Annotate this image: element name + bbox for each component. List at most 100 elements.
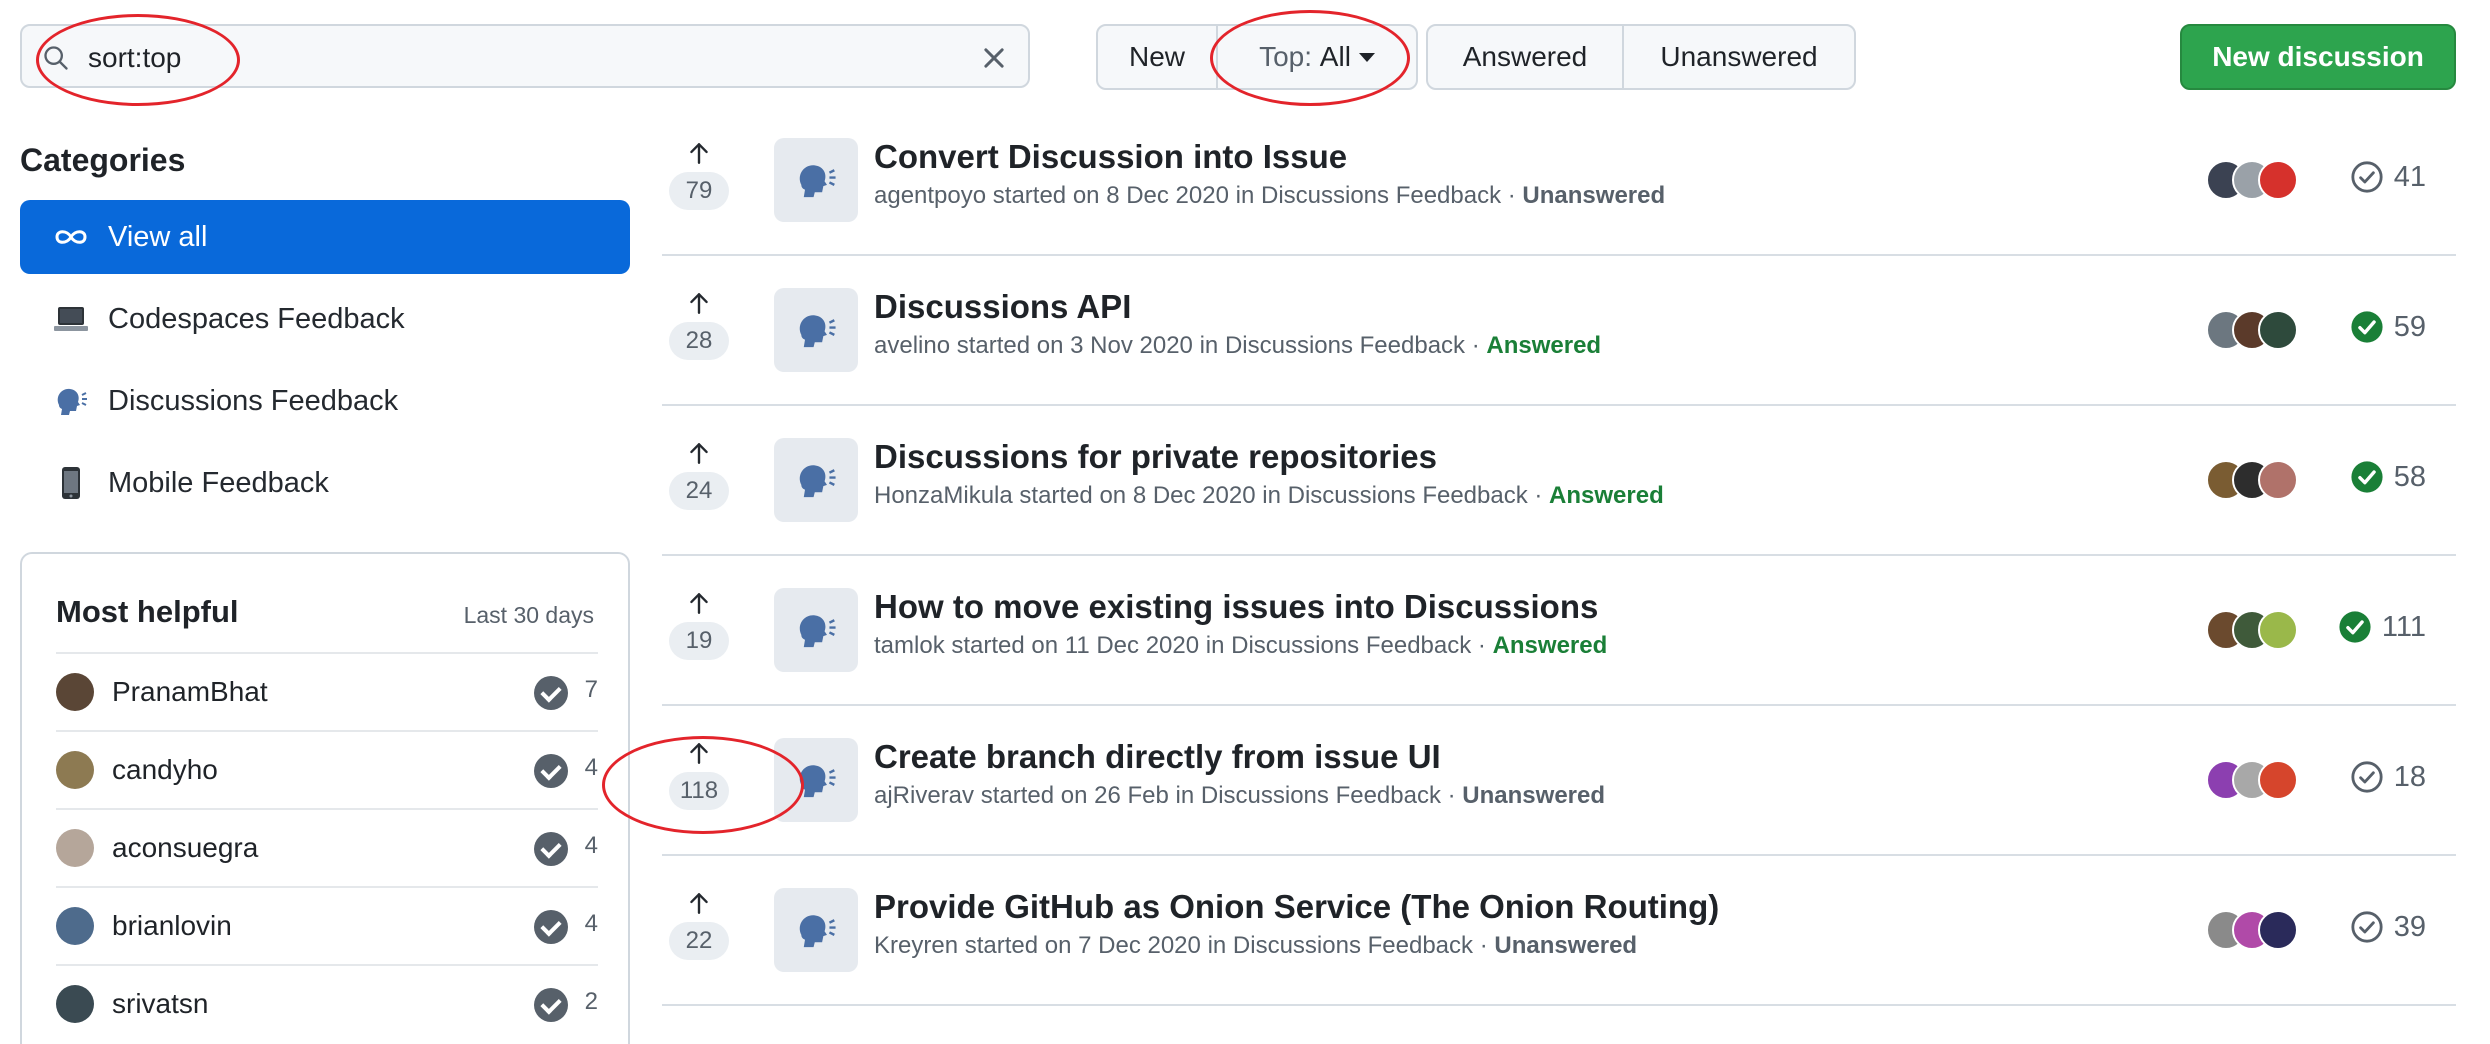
started-text: started on [980, 782, 1088, 809]
sort-new-button[interactable]: New [1098, 26, 1218, 88]
check-circle-outline-icon [2351, 911, 2383, 943]
author-link[interactable]: agentpoyo [874, 182, 986, 209]
upvote-button[interactable]: 24 [668, 440, 730, 510]
comment-count[interactable]: 39 [2350, 910, 2426, 944]
helpful-answer-count: 2 [584, 988, 598, 1015]
helpful-user-name[interactable]: PranamBhat [112, 676, 268, 708]
discussion-list: 79 Convert Discussion into Issue agentpoyo… [662, 106, 2456, 1006]
category-item-mobile[interactable]: Mobile Feedback [20, 446, 630, 520]
search-input[interactable]: sort:top [20, 24, 1030, 88]
filter-answered-button[interactable]: Answered [1428, 26, 1624, 88]
helpful-user-name[interactable]: srivatsn [112, 988, 208, 1020]
upvote-button[interactable]: 28 [668, 290, 730, 360]
avatar [56, 829, 94, 867]
discussion-row[interactable]: 24 Discussions for private repositories Ho… [662, 406, 2456, 556]
speaking-head-icon [52, 385, 90, 417]
sort-top-dropdown[interactable]: Top: All [1218, 26, 1416, 88]
helpful-user-row[interactable]: candyho 4 [56, 730, 598, 808]
discussion-row[interactable]: 22 Provide GitHub as Onion Service (The O… [662, 856, 2456, 1006]
comment-count[interactable]: 59 [2350, 310, 2426, 344]
upvote-button[interactable]: 118 [668, 740, 730, 810]
answer-status: Answered [1492, 632, 1608, 659]
discussion-category-icon [774, 588, 858, 672]
most-helpful-title: Most helpful [56, 594, 239, 629]
check-circle-icon [534, 754, 568, 788]
helpful-user-row[interactable]: aconsuegra 4 [56, 808, 598, 886]
discussion-meta: HonzaMikula started on 8 Dec 2020 in Dis… [874, 482, 1664, 509]
category-item-view-all[interactable]: View all [20, 200, 630, 274]
helpful-user-name[interactable]: aconsuegra [112, 832, 258, 864]
helpful-user-row[interactable]: PranamBhat 7 [56, 652, 598, 730]
search-query-text: sort:top [88, 42, 182, 73]
helpful-user-row[interactable]: brianlovin 4 [56, 886, 598, 964]
participant-avatars [2206, 910, 2298, 950]
answered-check-icon [2339, 611, 2371, 643]
category-link[interactable]: Discussions Feedback [1261, 182, 1501, 209]
author-link[interactable]: Kreyren [874, 932, 958, 959]
discussion-title-link[interactable]: Discussions for private repositories [874, 438, 1437, 476]
category-item-label: View all [108, 220, 208, 253]
upvote-button[interactable]: 79 [668, 140, 730, 210]
category-link[interactable]: Discussions Feedback [1225, 332, 1465, 359]
started-text: started on [951, 632, 1059, 659]
upvote-button[interactable]: 22 [668, 890, 730, 960]
check-circle-icon [534, 676, 568, 710]
category-item-codespaces[interactable]: Codespaces Feedback [20, 282, 630, 356]
answer-status: Answered [1486, 332, 1602, 359]
avatar [2258, 160, 2298, 200]
speaking-head-icon [799, 915, 836, 948]
discussion-date: 8 Dec 2020 [1132, 482, 1256, 509]
speaking-head-icon [799, 615, 836, 648]
participant-avatars [2206, 610, 2298, 650]
participant-avatars [2206, 160, 2298, 200]
check-circle-icon [534, 910, 568, 944]
discussion-row[interactable]: 118 Create branch directly from issue UI a… [662, 706, 2456, 856]
check-circle-outline-icon [2351, 161, 2383, 193]
filter-answered-label: Answered [1462, 41, 1588, 72]
participant-avatars [2206, 760, 2298, 800]
filter-unanswered-button[interactable]: Unanswered [1624, 26, 1854, 88]
discussion-title-link[interactable]: Convert Discussion into Issue [874, 138, 1347, 176]
comment-count[interactable]: 18 [2350, 760, 2426, 794]
upvote-button[interactable]: 19 [668, 590, 730, 660]
author-link[interactable]: tamlok [874, 632, 945, 659]
category-link[interactable]: Discussions Feedback [1233, 932, 1473, 959]
answer-status: Unanswered [1494, 932, 1638, 959]
comment-count[interactable]: 111 [2338, 610, 2426, 644]
speaking-head-icon [799, 465, 836, 498]
participant-avatars [2206, 460, 2298, 500]
discussion-title-link[interactable]: Discussions API [874, 288, 1131, 326]
comment-count-value: 58 [2393, 460, 2426, 493]
discussion-title-link[interactable]: How to move existing issues into Discuss… [874, 588, 1598, 626]
speaking-head-icon [799, 315, 836, 348]
author-link[interactable]: HonzaMikula [874, 482, 1013, 509]
in-text: in [1205, 632, 1225, 659]
discussion-date: 3 Nov 2020 [1070, 332, 1193, 359]
comment-count-value: 39 [2393, 910, 2426, 943]
helpful-user-name[interactable]: candyho [112, 754, 218, 786]
discussion-title-link[interactable]: Provide GitHub as Onion Service (The Oni… [874, 888, 1719, 926]
discussion-row[interactable]: 28 Discussions API avelino started on 3 No… [662, 256, 2456, 406]
avatar [56, 907, 94, 945]
category-link[interactable]: Discussions Feedback [1201, 782, 1441, 809]
helpful-user-name[interactable]: brianlovin [112, 910, 232, 942]
discussion-row[interactable]: 79 Convert Discussion into Issue agentpoyo… [662, 106, 2456, 256]
category-link[interactable]: Discussions Feedback [1288, 482, 1528, 509]
category-link[interactable]: Discussions Feedback [1231, 632, 1471, 659]
answer-status: Unanswered [1522, 182, 1666, 209]
comment-count-value: 18 [2393, 760, 2426, 793]
comment-count[interactable]: 41 [2350, 160, 2426, 194]
new-discussion-button[interactable]: New discussion [2180, 24, 2456, 90]
infinity-icon [52, 227, 90, 247]
discussion-row[interactable]: 19 How to move existing issues into Discu… [662, 556, 2456, 706]
helpful-user-row[interactable]: srivatsn 2 [56, 964, 598, 1042]
comment-count[interactable]: 58 [2350, 460, 2426, 494]
clear-icon[interactable] [980, 44, 1008, 72]
speaking-head-icon [799, 165, 836, 198]
author-link[interactable]: avelino [874, 332, 950, 359]
discussion-title-link[interactable]: Create branch directly from issue UI [874, 738, 1441, 776]
avatar [2258, 760, 2298, 800]
caret-down-icon [1358, 52, 1375, 62]
category-item-discussions[interactable]: Discussions Feedback [20, 364, 630, 438]
author-link[interactable]: ajRiverav [874, 782, 974, 809]
